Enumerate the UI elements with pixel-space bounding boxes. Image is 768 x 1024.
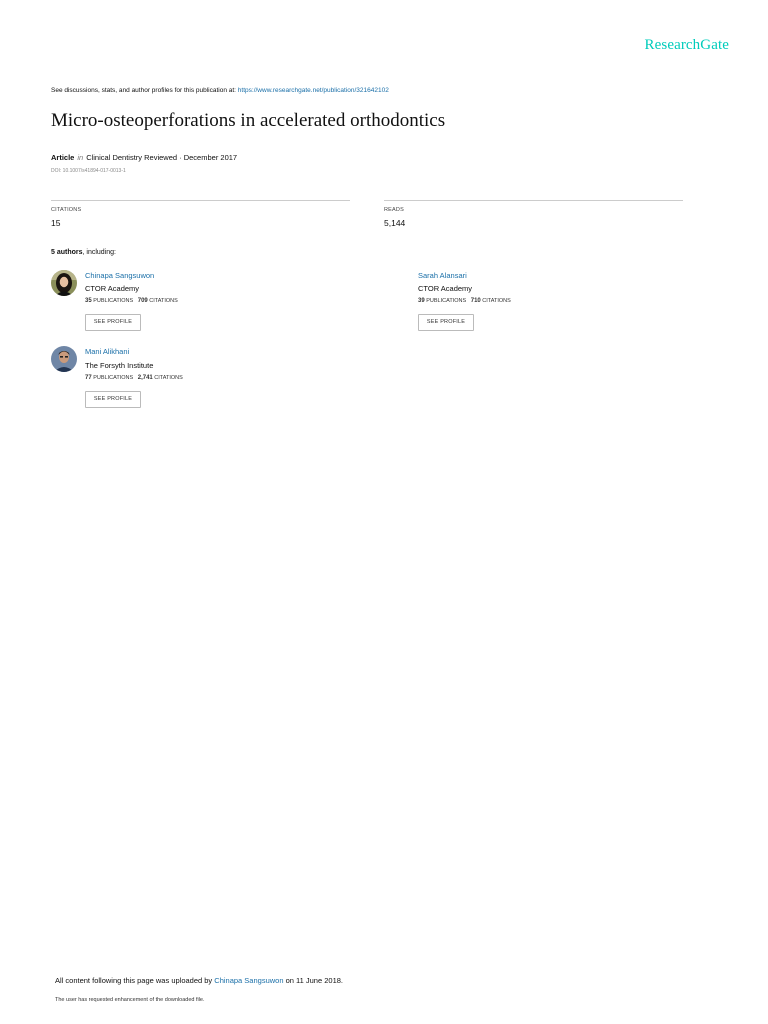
publications-label: PUBLICATIONS [93,298,134,304]
article-meta: Article in Clinical Dentistry Reviewed · D… [51,153,237,162]
publication-link[interactable]: https://www.researchgate.net/publication… [238,87,389,94]
citations-label: CITATIONS [51,207,82,213]
publications-count: 35 [85,298,92,304]
citations-count: 710 [470,298,481,304]
avatar[interactable] [51,346,77,372]
author-name-link[interactable]: Mani Alikhani [85,347,129,356]
reads-value: 5,144 [384,218,406,228]
upload-suffix: on 11 June 2018. [283,976,343,985]
reads-stat: READS 5,144 [384,200,683,228]
publications-label: PUBLICATIONS [93,375,134,381]
author-institution: CTOR Academy [418,284,473,293]
see-profile-button[interactable]: SEE PROFILE [85,314,141,331]
authors-count-number: 5 authors [51,249,83,256]
author-institution: CTOR Academy [85,284,140,293]
avatar[interactable] [384,270,410,296]
author-stats: 39 PUBLICATIONS 710 CITATIONS [418,298,511,304]
publications-count: 39 [418,298,425,304]
citations-label: CITATIONS [154,375,183,381]
reads-label: READS [384,207,404,213]
researchgate-logo[interactable]: ResearchGate [645,37,729,54]
authors-count: 5 authors, including: [51,249,116,256]
citations-stat: CITATIONS 15 [51,200,350,228]
publications-count: 77 [85,375,92,381]
author-name-link[interactable]: Sarah Alansari [418,271,467,280]
see-profile-button[interactable]: SEE PROFILE [85,391,141,408]
publications-label: PUBLICATIONS [426,298,467,304]
author-photo-icon [51,270,77,296]
venue-date: Clinical Dentistry Reviewed · December 2… [86,153,238,162]
article-type: Article [51,153,75,162]
authors-count-suffix: , including: [82,249,116,256]
citations-label: CITATIONS [482,298,511,304]
author-stats: 35 PUBLICATIONS 709 CITATIONS [85,298,178,304]
author-photo-icon [51,346,77,372]
citations-label: CITATIONS [149,298,178,304]
upload-prefix: All content following this page was uplo… [55,976,215,985]
uploader-link[interactable]: Chinapa Sangsuwon [214,976,283,985]
author-stats: 77 PUBLICATIONS 2,741 CITATIONS [85,375,183,381]
page-title: Micro-osteoperforations in accelerated o… [51,110,446,131]
discussion-line: See discussions, stats, and author profi… [51,87,389,94]
enhancement-note: The user has requested enhancement of th… [55,997,205,1003]
author-name-link[interactable]: Chinapa Sangsuwon [85,271,154,280]
citations-value: 15 [51,218,61,228]
upload-note: All content following this page was uplo… [55,976,343,985]
doi-text: DOI: 10.1007/s41894-017-0013-1 [51,168,126,174]
citations-count: 709 [137,298,148,304]
discussion-text: See discussions, stats, and author profi… [51,87,238,94]
in-word: in [77,153,84,162]
avatar[interactable] [51,270,77,296]
default-avatar-icon [384,270,410,296]
author-institution: The Forsyth Institute [85,361,154,370]
see-profile-button[interactable]: SEE PROFILE [418,314,474,331]
citations-count: 2,741 [137,375,153,381]
